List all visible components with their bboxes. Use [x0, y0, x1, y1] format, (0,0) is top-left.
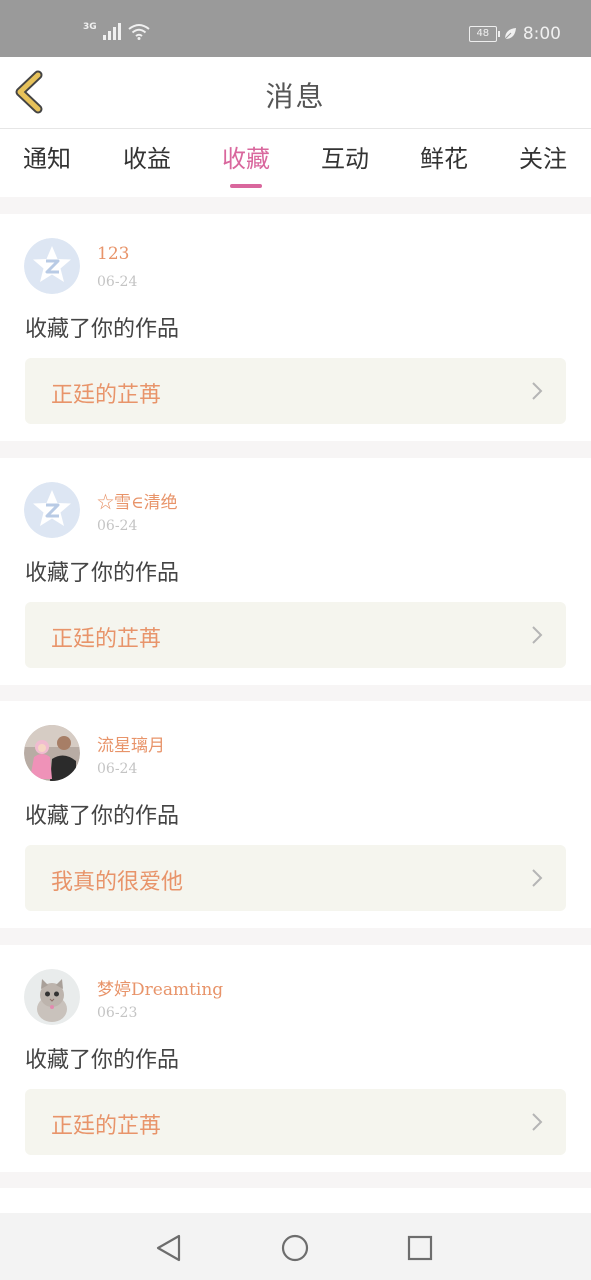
tab-follow[interactable]: 关注 — [508, 139, 578, 174]
status-bar: 3G 48 8:00 — [0, 0, 591, 57]
tab-label: 收藏 — [222, 145, 270, 173]
user-name[interactable]: ☆雪∈清绝 — [97, 488, 178, 513]
notification-card: 梦婷Dreamting 06-23 收藏了你的作品 正廷的芷苒 — [0, 945, 591, 1172]
chevron-right-icon — [532, 626, 543, 644]
circle-home-icon — [281, 1234, 309, 1262]
work-title: 正廷的芷苒 — [51, 383, 162, 408]
leaf-icon — [504, 28, 516, 40]
signal-group: 3G — [83, 22, 151, 40]
tab-label: 通知 — [23, 145, 71, 173]
avatar[interactable] — [24, 969, 80, 1025]
status-right: 48 8:00 — [468, 24, 561, 44]
user-name[interactable]: 流星璃月 — [97, 731, 165, 756]
nav-home-button[interactable] — [280, 1233, 310, 1263]
wifi-icon — [128, 24, 150, 40]
system-nav-bar — [0, 1213, 591, 1280]
nav-recents-button[interactable] — [405, 1233, 435, 1263]
tab-notice[interactable]: 通知 — [12, 139, 82, 174]
chevron-right-icon — [532, 869, 543, 887]
work-title: 正廷的芷苒 — [51, 627, 162, 652]
work-link[interactable]: 正廷的芷苒 — [25, 358, 566, 424]
notification-date: 06-23 — [97, 1005, 138, 1021]
tab-label: 鲜花 — [420, 145, 468, 173]
avatar[interactable] — [24, 725, 80, 781]
active-tab-indicator — [230, 184, 262, 188]
cat-photo-avatar-icon — [24, 969, 80, 1025]
tab-label: 互动 — [321, 145, 369, 173]
battery-icon: 48 — [468, 26, 500, 42]
work-link[interactable]: 正廷的芷苒 — [25, 602, 566, 668]
user-name[interactable]: 梦婷Dreamting — [97, 975, 223, 1000]
clock: 8:00 — [522, 24, 561, 44]
tab-label: 关注 — [519, 145, 567, 173]
notification-date: 06-24 — [97, 518, 138, 534]
people-photo-avatar-icon — [24, 725, 80, 781]
chevron-right-icon — [532, 1113, 543, 1131]
tab-earnings[interactable]: 收益 — [112, 139, 182, 174]
network-type: 3G — [83, 22, 97, 32]
triangle-back-icon — [156, 1234, 181, 1262]
work-link[interactable]: 我真的很爱他 — [25, 845, 566, 911]
qq-default-avatar-icon — [24, 238, 80, 294]
notification-card: 123 06-24 收藏了你的作品 正廷的芷苒 — [0, 214, 591, 441]
work-title: 我真的很爱他 — [51, 870, 184, 895]
app-header: 消息 — [0, 57, 591, 129]
nav-back-button[interactable] — [154, 1233, 184, 1263]
notification-date: 06-24 — [97, 761, 138, 777]
notification-card: 流星璃月 06-24 收藏了你的作品 我真的很爱他 — [0, 701, 591, 928]
square-recents-icon — [407, 1235, 433, 1261]
notification-card: ☆雪∈清绝 06-24 收藏了你的作品 正廷的芷苒 — [0, 458, 591, 685]
action-text: 收藏了你的作品 — [25, 1048, 180, 1073]
page-title: 消息 — [265, 80, 326, 113]
avatar[interactable] — [24, 482, 80, 538]
tab-label: 收益 — [123, 145, 171, 173]
action-text: 收藏了你的作品 — [25, 561, 180, 586]
tab-bar: 通知 收益 收藏 互动 鲜花 关注 — [0, 129, 591, 197]
tab-interaction[interactable]: 互动 — [310, 139, 380, 174]
action-text: 收藏了你的作品 — [25, 317, 180, 342]
notification-date: 06-24 — [97, 274, 138, 290]
tab-favorites[interactable]: 收藏 — [211, 139, 281, 188]
avatar[interactable] — [24, 238, 80, 294]
user-name[interactable]: 123 — [97, 244, 129, 264]
signal-icon — [102, 22, 121, 40]
work-title: 正廷的芷苒 — [51, 1114, 162, 1139]
tab-flowers[interactable]: 鲜花 — [409, 139, 479, 174]
action-text: 收藏了你的作品 — [25, 804, 180, 829]
chevron-right-icon — [532, 382, 543, 400]
qq-default-avatar-icon — [24, 482, 80, 538]
work-link[interactable]: 正廷的芷苒 — [25, 1089, 566, 1155]
